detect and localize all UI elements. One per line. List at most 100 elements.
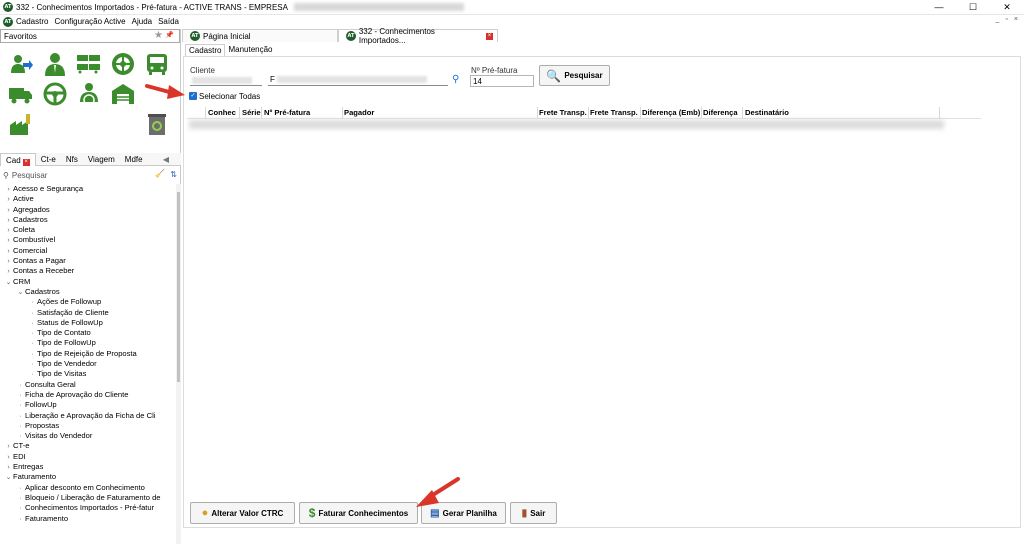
driver-icon[interactable] (72, 79, 106, 109)
tree-item[interactable]: · Tipo de Rejeição de Proposta (0, 349, 178, 359)
app-logo: AT (3, 2, 13, 12)
tab-cad[interactable]: Cad × (0, 152, 36, 166)
tree-item-label: Agregados (13, 204, 50, 214)
tree-item[interactable]: · Tipo de Vendedor (0, 359, 178, 369)
pesquisar-button[interactable]: 🔍 Pesquisar (539, 65, 610, 86)
faturar-conhecimentos-button[interactable]: $ Faturar Conhecimentos (299, 502, 418, 524)
sort-icon[interactable]: ⇅ (170, 170, 177, 179)
tree-item[interactable]: › Coleta (0, 225, 178, 235)
tree-item[interactable]: › Cadastros (0, 215, 178, 225)
tree-item[interactable]: · Propostas (0, 421, 178, 431)
col-frete-transp-2[interactable]: Frete Transp. (590, 108, 638, 117)
star-icon[interactable]: ★ (154, 30, 163, 41)
document-tabs: AT Página Inicial AT 332 - Conhecimentos… (182, 27, 1024, 45)
tree-item[interactable]: · Conhecimentos Importados - Pré-fatur (0, 503, 178, 513)
tree-item[interactable]: › Comercial (0, 246, 178, 256)
tree-item[interactable]: · Liberação e Aprovação da Ficha de Cli (0, 411, 178, 421)
col-diferenca[interactable]: Diferença (703, 108, 738, 117)
recycle-bin-icon[interactable] (140, 109, 174, 139)
tree-item[interactable]: ⌄ CRM (0, 277, 178, 287)
tree-item[interactable]: · Satisfação de Cliente (0, 308, 178, 318)
tree-item[interactable]: › Active (0, 194, 178, 204)
tab-mdfe[interactable]: Mdfe (120, 153, 148, 166)
menu-cadastro[interactable]: Cadastro (16, 17, 48, 26)
tree-item[interactable]: · Visitas do Vendedor (0, 431, 178, 441)
magnifier-icon: 🔍 (546, 68, 562, 83)
menu-ajuda[interactable]: Ajuda (132, 17, 152, 26)
minimize-button[interactable]: — (922, 0, 956, 15)
tree-item[interactable]: · Tipo de Visitas (0, 369, 178, 379)
tree-item[interactable]: › Contas a Receber (0, 266, 178, 276)
tree-item-label: Tipo de Vendedor (37, 359, 97, 369)
mdi-minimize-button[interactable]: _ (996, 16, 1000, 23)
tree-scrollbar[interactable] (176, 184, 181, 544)
user-arrow-icon[interactable] (4, 49, 38, 79)
tab-cadastro[interactable]: Cadastro (185, 44, 226, 56)
search-icon[interactable]: ⚲ (452, 74, 459, 85)
close-button[interactable]: ✕ (990, 0, 1024, 15)
tab-viagem[interactable]: Viagem (83, 153, 120, 166)
favorites-header: Favoritos ★ 📌 (0, 29, 180, 43)
tree-item[interactable]: ⌄ Cadastros (0, 287, 178, 297)
col-diferenca-emb[interactable]: Diferença (Emb) (642, 108, 700, 117)
menu-configuracao[interactable]: Configuração Active (54, 17, 125, 26)
tree-search-input[interactable]: Pesquisar (12, 171, 48, 180)
close-icon[interactable]: × (22, 158, 30, 166)
menu-saida[interactable]: Saída (158, 17, 179, 26)
tab-cte[interactable]: Ct-e (36, 153, 61, 166)
factory-icon[interactable] (4, 109, 38, 139)
tree-item[interactable]: · FollowUp (0, 400, 178, 410)
tree-search[interactable]: ⚲ Pesquisar 🧹 ⇅ (0, 169, 181, 182)
tree-item[interactable]: › Agregados (0, 205, 178, 215)
wheel-icon[interactable] (106, 49, 140, 79)
broom-icon[interactable]: 🧹 (155, 169, 165, 178)
sair-button[interactable]: ▮ Sair (510, 502, 557, 524)
tree-item[interactable]: · Status de FollowUp (0, 318, 178, 328)
cliente-name-field[interactable]: F (268, 74, 448, 86)
tab-nfs[interactable]: Nfs (61, 153, 83, 166)
col-destinatario[interactable]: Destinatário (745, 108, 789, 117)
tab-conhecimentos[interactable]: AT 332 - Conhecimentos Importados... × (338, 27, 498, 45)
tree-item[interactable]: · Tipo de FollowUp (0, 338, 178, 348)
col-prefatura[interactable]: Nº Pré-fatura (264, 108, 310, 117)
tree-item[interactable]: · Aplicar desconto em Conhecimento (0, 483, 178, 493)
col-serie[interactable]: Série (242, 108, 261, 117)
pin-icon[interactable]: 📌 (165, 31, 174, 39)
tab-manutencao[interactable]: Manutenção (225, 44, 275, 56)
tree-scrollbar-thumb[interactable] (177, 192, 180, 382)
tree-item[interactable]: › Contas a Pagar (0, 256, 178, 266)
red-arrow-annotation (145, 84, 185, 99)
tree-item[interactable]: · Ficha de Aprovação do Cliente (0, 390, 178, 400)
truck-icon[interactable] (4, 79, 38, 109)
alterar-valor-ctrc-button[interactable]: ● Alterar Valor CTRC (190, 502, 295, 524)
scroll-left-icon[interactable]: ◀ (163, 155, 169, 164)
person-icon[interactable] (38, 49, 72, 79)
col-pagador[interactable]: Pagador (344, 108, 374, 117)
warehouse-icon[interactable] (106, 79, 140, 109)
tree-item[interactable]: · Ações de Followup (0, 297, 178, 307)
tree-item[interactable]: ⌄ Faturamento (0, 472, 178, 482)
tree-item[interactable]: · Faturamento (0, 514, 178, 524)
steering-wheel-icon[interactable] (38, 79, 72, 109)
mdi-close-button[interactable]: × (1014, 16, 1018, 23)
tree-item[interactable]: › Entregas (0, 462, 178, 472)
close-icon[interactable]: × (486, 32, 493, 40)
tree-item[interactable]: › Combustível (0, 235, 178, 245)
col-frete-transp-1[interactable]: Frete Transp. (539, 108, 587, 117)
tab-pagina-inicial[interactable]: AT Página Inicial (182, 29, 338, 42)
selecionar-todas-checkbox[interactable]: ✓ (189, 92, 197, 100)
mdi-restore-button[interactable]: ▫ (1005, 16, 1007, 23)
tree-item[interactable]: › EDI (0, 452, 178, 462)
tree-item-label: Status de FollowUp (37, 317, 103, 327)
cliente-code-field[interactable] (190, 74, 262, 86)
tree-item[interactable]: › CT-e (0, 441, 178, 451)
tree-item[interactable]: › Acesso e Segurança (0, 184, 178, 194)
tree-item[interactable]: · Tipo de Contato (0, 328, 178, 338)
col-conhec[interactable]: Conhec (208, 108, 236, 117)
trucks-icon[interactable] (72, 49, 106, 79)
prefatura-field[interactable]: 14 (470, 75, 534, 87)
tree-item[interactable]: · Bloqueio / Liberação de Faturamento de (0, 493, 178, 503)
tree-item[interactable]: · Consulta Geral (0, 380, 178, 390)
maximize-button[interactable]: ☐ (956, 0, 990, 15)
bus-icon[interactable] (140, 49, 174, 79)
